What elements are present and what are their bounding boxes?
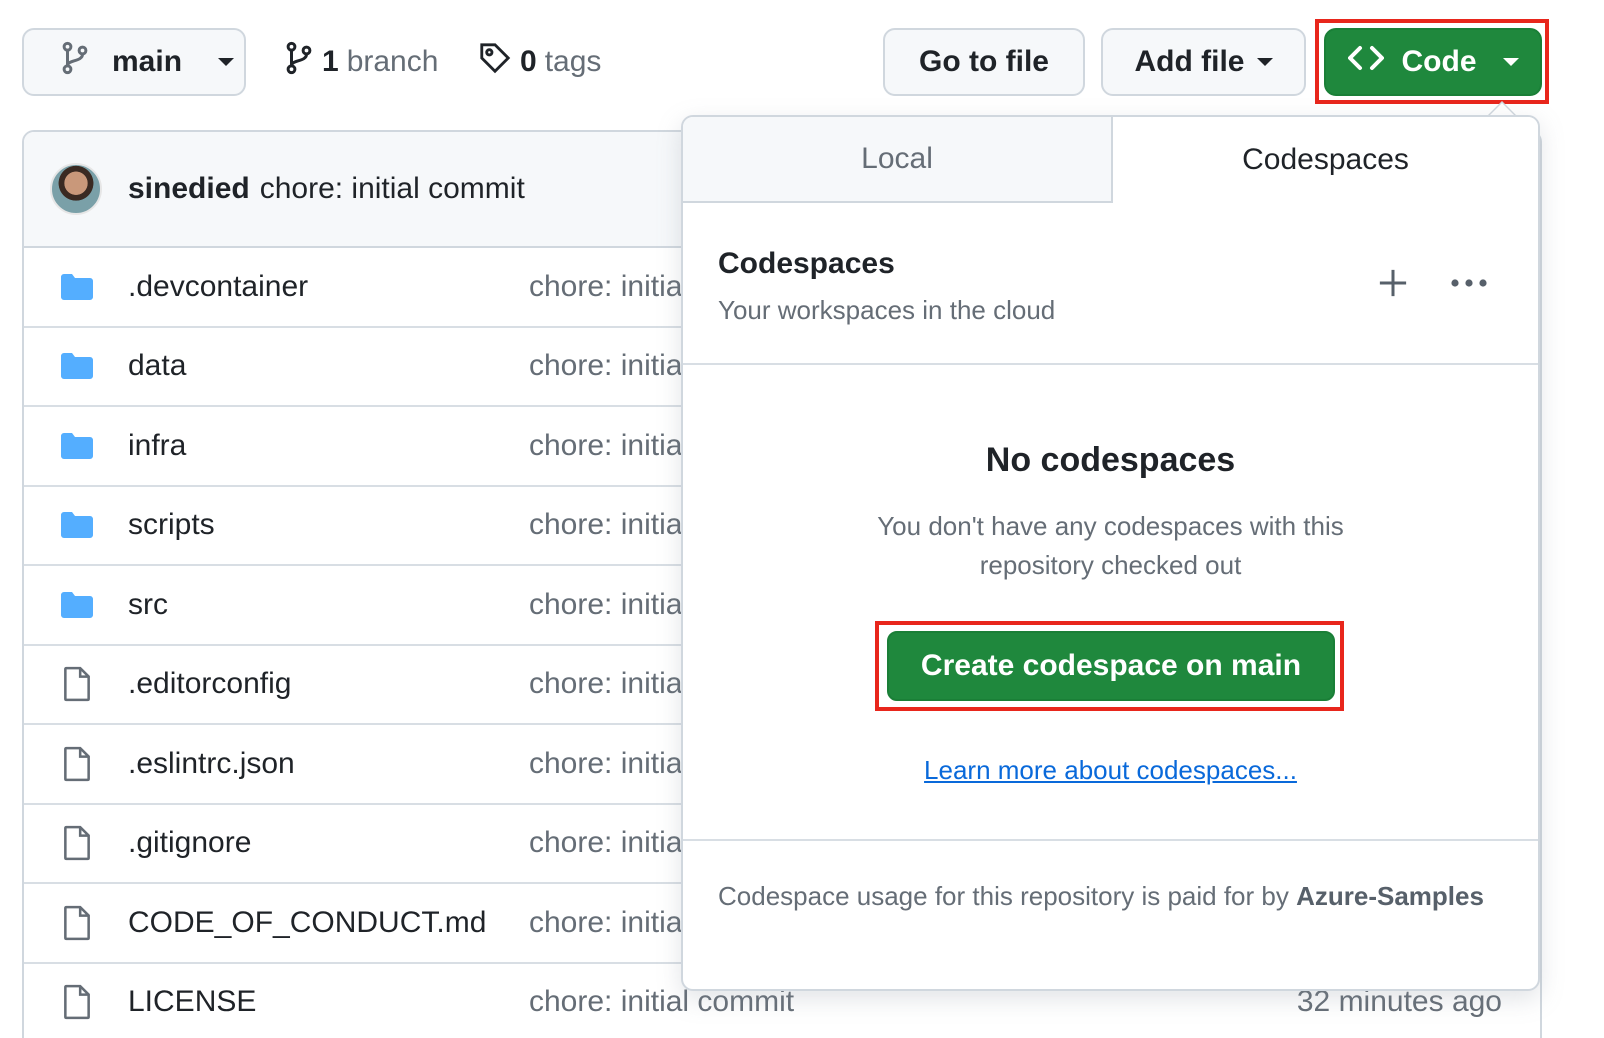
go-to-file-label: Go to file — [919, 45, 1049, 78]
git-branch-icon — [60, 41, 90, 83]
tags-link[interactable]: 0 tags — [478, 28, 601, 96]
empty-title: No codespaces — [985, 441, 1236, 479]
folder-icon — [58, 270, 96, 304]
tag-icon — [478, 41, 512, 83]
tag-label: tags — [544, 45, 602, 78]
avatar[interactable] — [50, 163, 102, 215]
empty-description: You don't have any codespaces with this … — [877, 511, 1344, 580]
folder-icon — [58, 508, 96, 542]
billing-owner[interactable]: Azure-Samples — [1296, 881, 1484, 911]
file-name-link[interactable]: data — [128, 349, 186, 383]
file-icon — [58, 667, 96, 702]
file-name-link[interactable]: .devcontainer — [128, 270, 308, 304]
git-branch-icon — [284, 41, 314, 83]
file-icon — [58, 826, 96, 861]
dropdown-tabs: Local Codespaces — [683, 117, 1538, 203]
branches-link[interactable]: 1 branch — [284, 28, 438, 96]
file-name-link[interactable]: CODE_OF_CONDUCT.md — [128, 906, 486, 940]
learn-more-link[interactable]: Learn more about codespaces... — [683, 755, 1538, 786]
branch-count: 1 — [322, 45, 339, 78]
file-icon — [58, 905, 96, 940]
branch-label: branch — [346, 45, 439, 78]
branch-select-button[interactable]: main — [22, 28, 246, 96]
folder-icon — [58, 349, 96, 383]
codespaces-header: Codespaces Your workspaces in the cloud — [683, 203, 1538, 365]
folder-icon — [58, 429, 96, 463]
add-file-label: Add file — [1134, 45, 1245, 78]
code-button-highlight — [1315, 19, 1549, 104]
file-icon — [58, 746, 96, 781]
file-name-link[interactable]: infra — [128, 429, 186, 463]
empty-state: No codespaces You don't have any codespa… — [683, 365, 1538, 845]
tag-count: 0 — [520, 45, 537, 78]
go-to-file-button[interactable]: Go to file — [883, 28, 1085, 96]
code-dropdown-panel: Local Codespaces Codespaces Your workspa… — [681, 115, 1540, 991]
tab-local[interactable]: Local — [683, 117, 1113, 203]
file-name-link[interactable]: .gitignore — [128, 826, 251, 860]
chevron-down-icon — [218, 58, 235, 66]
file-name-link[interactable]: LICENSE — [128, 985, 256, 1019]
commit-author[interactable]: sinedied — [128, 172, 250, 206]
file-name-link[interactable]: .editorconfig — [128, 667, 291, 701]
file-name-link[interactable]: src — [128, 588, 168, 622]
create-button-highlight — [875, 621, 1344, 711]
tab-codespaces[interactable]: Codespaces — [1113, 117, 1538, 203]
plus-icon[interactable] — [1373, 265, 1413, 305]
file-name-link[interactable]: .eslintrc.json — [128, 747, 295, 781]
codespaces-subtitle: Your workspaces in the cloud — [718, 295, 1056, 325]
codespaces-title: Codespaces — [718, 247, 895, 280]
file-icon — [58, 985, 96, 1020]
kebab-horizontal-icon[interactable] — [1447, 263, 1491, 303]
file-name-link[interactable]: scripts — [128, 508, 215, 542]
folder-icon — [58, 588, 96, 622]
billing-text: Codespace usage for this repository is p… — [718, 881, 1289, 911]
commit-message[interactable]: chore: initial commit — [260, 172, 525, 206]
add-file-button[interactable]: Add file — [1101, 28, 1306, 96]
billing-footer: Codespace usage for this repository is p… — [683, 839, 1538, 989]
branch-name: main — [112, 45, 183, 78]
chevron-down-icon — [1256, 58, 1273, 66]
dropdown-pointer — [1488, 101, 1516, 115]
